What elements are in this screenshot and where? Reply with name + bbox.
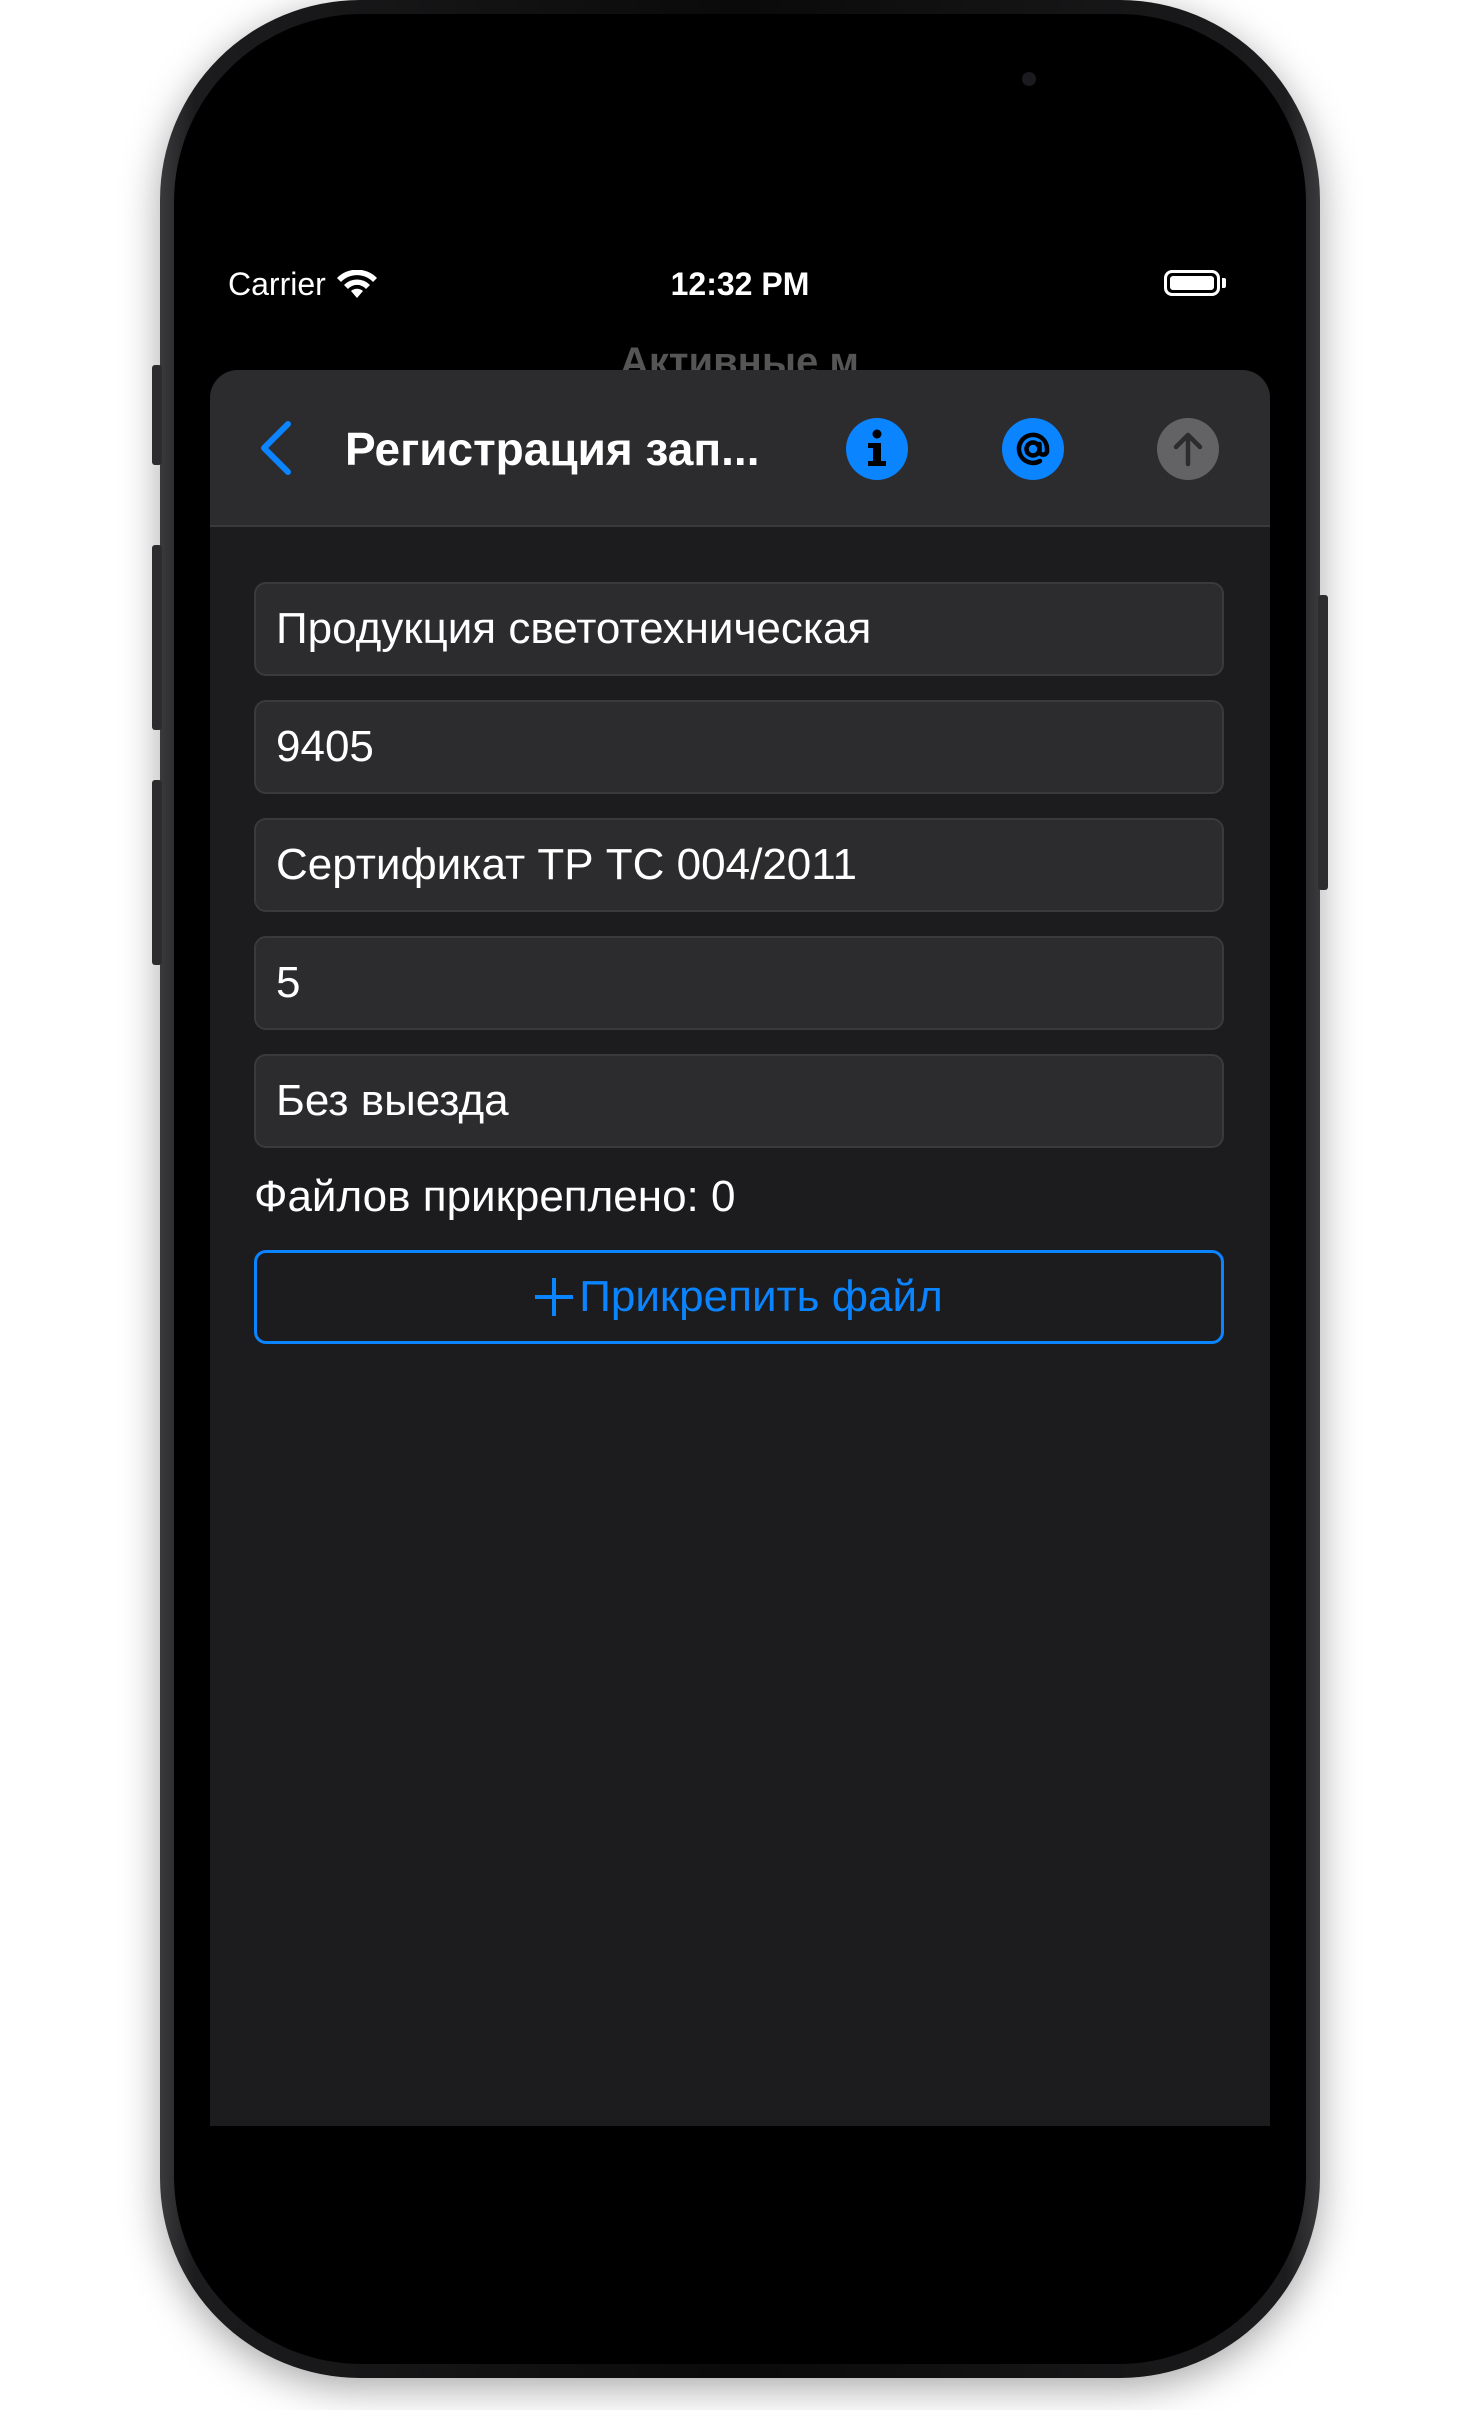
volume-up-button [152,545,162,730]
battery-tip [1222,278,1226,288]
battery-icon [1164,270,1220,296]
document-type-value: Сертификат ТР ТС 004/2011 [276,840,857,889]
volume-down-button [152,780,162,965]
inspection-type-value: Без выезда [276,1076,509,1125]
info-icon [868,429,886,466]
at-icon [1016,432,1050,466]
tnved-code-value: 9405 [276,722,374,771]
page-title: Регистрация зап... [345,423,760,475]
email-button[interactable] [1002,418,1064,480]
inspection-type-field[interactable]: Без выезда [254,1054,1224,1148]
document-type-field[interactable]: Сертификат ТР ТС 004/2011 [254,818,1224,912]
tnved-code-field[interactable]: 9405 [254,700,1224,794]
chevron-left-icon [261,421,291,475]
attach-file-button[interactable]: Прикрепить файл [254,1250,1224,1344]
plus-icon [535,1278,574,1316]
modal-sheet: Регистрация зап... Продукция светотехнич… [210,370,1270,2126]
screen: Carrier 12:32 PM Активные м Регистрация … [210,0,1270,2378]
quantity-field[interactable]: 5 [254,936,1224,1030]
info-button[interactable] [846,418,908,480]
quantity-value: 5 [276,958,301,1007]
product-name-value: Продукция светотехническая [276,604,872,653]
status-bar: Carrier 12:32 PM [210,258,1270,308]
back-button[interactable] [248,418,308,478]
form-content: Продукция светотехническая 9405 Сертифик… [254,582,1224,1344]
files-attached-label: Файлов прикреплено: 0 [254,1172,736,1221]
silent-switch [152,365,162,465]
navigation-bar: Регистрация зап... [210,370,1270,527]
attach-file-label: Прикрепить файл [579,1272,943,1321]
upload-button[interactable] [1157,418,1219,480]
product-name-field[interactable]: Продукция светотехническая [254,582,1224,676]
clock: 12:32 PM [670,266,810,302]
arrow-up-icon [1173,432,1203,467]
power-button [1318,595,1328,890]
